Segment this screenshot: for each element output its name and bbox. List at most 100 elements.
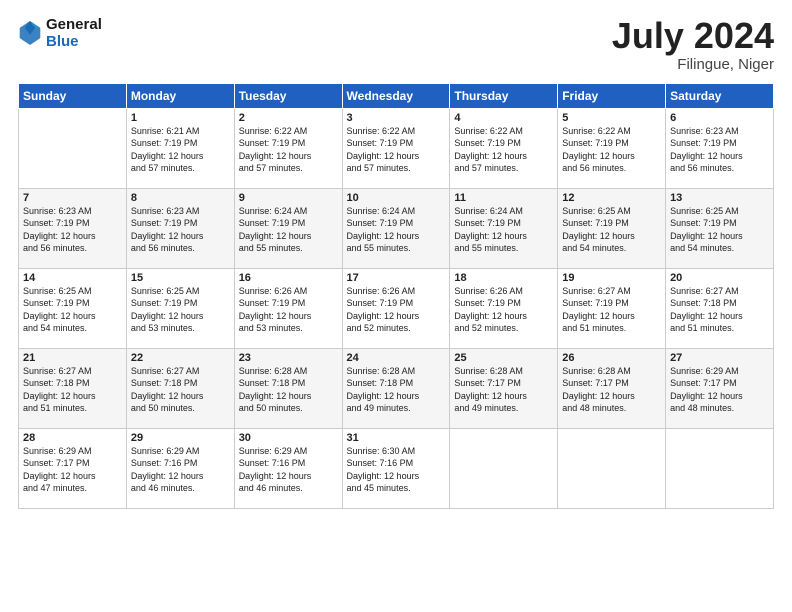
day-number: 25 bbox=[454, 352, 553, 364]
calendar-cell: 6Sunrise: 6:23 AMSunset: 7:19 PMDaylight… bbox=[666, 108, 774, 188]
calendar-cell bbox=[19, 108, 127, 188]
day-number: 9 bbox=[239, 192, 338, 204]
title-block: July 2024 Filingue, Niger bbox=[612, 16, 774, 73]
day-info: Sunrise: 6:25 AMSunset: 7:19 PMDaylight:… bbox=[23, 285, 122, 335]
day-number: 16 bbox=[239, 272, 338, 284]
day-number: 24 bbox=[347, 352, 446, 364]
day-number: 5 bbox=[562, 112, 661, 124]
calendar-cell: 24Sunrise: 6:28 AMSunset: 7:18 PMDayligh… bbox=[342, 348, 450, 428]
calendar-cell: 8Sunrise: 6:23 AMSunset: 7:19 PMDaylight… bbox=[126, 188, 234, 268]
logo-icon bbox=[18, 19, 42, 47]
calendar-cell: 11Sunrise: 6:24 AMSunset: 7:19 PMDayligh… bbox=[450, 188, 558, 268]
calendar-cell: 13Sunrise: 6:25 AMSunset: 7:19 PMDayligh… bbox=[666, 188, 774, 268]
day-info: Sunrise: 6:23 AMSunset: 7:19 PMDaylight:… bbox=[131, 205, 230, 255]
calendar-cell bbox=[450, 428, 558, 508]
day-info: Sunrise: 6:25 AMSunset: 7:19 PMDaylight:… bbox=[562, 205, 661, 255]
logo-text: General Blue bbox=[46, 16, 102, 50]
day-number: 23 bbox=[239, 352, 338, 364]
day-info: Sunrise: 6:28 AMSunset: 7:17 PMDaylight:… bbox=[454, 365, 553, 415]
day-number: 22 bbox=[131, 352, 230, 364]
day-number: 28 bbox=[23, 432, 122, 444]
calendar-cell: 31Sunrise: 6:30 AMSunset: 7:16 PMDayligh… bbox=[342, 428, 450, 508]
calendar-cell: 15Sunrise: 6:25 AMSunset: 7:19 PMDayligh… bbox=[126, 268, 234, 348]
day-info: Sunrise: 6:29 AMSunset: 7:17 PMDaylight:… bbox=[23, 445, 122, 495]
day-number: 1 bbox=[131, 112, 230, 124]
day-number: 4 bbox=[454, 112, 553, 124]
day-number: 26 bbox=[562, 352, 661, 364]
calendar-cell: 5Sunrise: 6:22 AMSunset: 7:19 PMDaylight… bbox=[558, 108, 666, 188]
month-title: July 2024 bbox=[612, 16, 774, 56]
calendar-table: Sunday Monday Tuesday Wednesday Thursday… bbox=[18, 83, 774, 509]
calendar-cell: 30Sunrise: 6:29 AMSunset: 7:16 PMDayligh… bbox=[234, 428, 342, 508]
calendar-cell: 12Sunrise: 6:25 AMSunset: 7:19 PMDayligh… bbox=[558, 188, 666, 268]
calendar-cell: 23Sunrise: 6:28 AMSunset: 7:18 PMDayligh… bbox=[234, 348, 342, 428]
calendar-cell bbox=[666, 428, 774, 508]
calendar-cell: 21Sunrise: 6:27 AMSunset: 7:18 PMDayligh… bbox=[19, 348, 127, 428]
day-info: Sunrise: 6:28 AMSunset: 7:18 PMDaylight:… bbox=[239, 365, 338, 415]
day-info: Sunrise: 6:27 AMSunset: 7:18 PMDaylight:… bbox=[131, 365, 230, 415]
week-row-4: 21Sunrise: 6:27 AMSunset: 7:18 PMDayligh… bbox=[19, 348, 774, 428]
day-info: Sunrise: 6:22 AMSunset: 7:19 PMDaylight:… bbox=[562, 125, 661, 175]
col-tuesday: Tuesday bbox=[234, 83, 342, 108]
day-number: 10 bbox=[347, 192, 446, 204]
calendar-cell: 17Sunrise: 6:26 AMSunset: 7:19 PMDayligh… bbox=[342, 268, 450, 348]
calendar-cell: 26Sunrise: 6:28 AMSunset: 7:17 PMDayligh… bbox=[558, 348, 666, 428]
calendar-cell: 10Sunrise: 6:24 AMSunset: 7:19 PMDayligh… bbox=[342, 188, 450, 268]
calendar-cell: 19Sunrise: 6:27 AMSunset: 7:19 PMDayligh… bbox=[558, 268, 666, 348]
week-row-2: 7Sunrise: 6:23 AMSunset: 7:19 PMDaylight… bbox=[19, 188, 774, 268]
calendar-cell: 27Sunrise: 6:29 AMSunset: 7:17 PMDayligh… bbox=[666, 348, 774, 428]
week-row-5: 28Sunrise: 6:29 AMSunset: 7:17 PMDayligh… bbox=[19, 428, 774, 508]
calendar-cell: 29Sunrise: 6:29 AMSunset: 7:16 PMDayligh… bbox=[126, 428, 234, 508]
day-info: Sunrise: 6:22 AMSunset: 7:19 PMDaylight:… bbox=[239, 125, 338, 175]
day-number: 12 bbox=[562, 192, 661, 204]
day-number: 20 bbox=[670, 272, 769, 284]
day-info: Sunrise: 6:23 AMSunset: 7:19 PMDaylight:… bbox=[23, 205, 122, 255]
day-info: Sunrise: 6:26 AMSunset: 7:19 PMDaylight:… bbox=[347, 285, 446, 335]
col-friday: Friday bbox=[558, 83, 666, 108]
day-number: 6 bbox=[670, 112, 769, 124]
day-info: Sunrise: 6:21 AMSunset: 7:19 PMDaylight:… bbox=[131, 125, 230, 175]
day-info: Sunrise: 6:25 AMSunset: 7:19 PMDaylight:… bbox=[670, 205, 769, 255]
day-info: Sunrise: 6:24 AMSunset: 7:19 PMDaylight:… bbox=[239, 205, 338, 255]
week-row-1: 1Sunrise: 6:21 AMSunset: 7:19 PMDaylight… bbox=[19, 108, 774, 188]
day-number: 18 bbox=[454, 272, 553, 284]
day-info: Sunrise: 6:28 AMSunset: 7:17 PMDaylight:… bbox=[562, 365, 661, 415]
calendar-cell: 28Sunrise: 6:29 AMSunset: 7:17 PMDayligh… bbox=[19, 428, 127, 508]
col-saturday: Saturday bbox=[666, 83, 774, 108]
col-monday: Monday bbox=[126, 83, 234, 108]
day-number: 7 bbox=[23, 192, 122, 204]
col-sunday: Sunday bbox=[19, 83, 127, 108]
day-info: Sunrise: 6:26 AMSunset: 7:19 PMDaylight:… bbox=[454, 285, 553, 335]
day-number: 2 bbox=[239, 112, 338, 124]
calendar-cell: 20Sunrise: 6:27 AMSunset: 7:18 PMDayligh… bbox=[666, 268, 774, 348]
day-number: 29 bbox=[131, 432, 230, 444]
day-info: Sunrise: 6:24 AMSunset: 7:19 PMDaylight:… bbox=[347, 205, 446, 255]
calendar-cell: 2Sunrise: 6:22 AMSunset: 7:19 PMDaylight… bbox=[234, 108, 342, 188]
day-info: Sunrise: 6:24 AMSunset: 7:19 PMDaylight:… bbox=[454, 205, 553, 255]
day-number: 15 bbox=[131, 272, 230, 284]
calendar-cell: 1Sunrise: 6:21 AMSunset: 7:19 PMDaylight… bbox=[126, 108, 234, 188]
day-info: Sunrise: 6:23 AMSunset: 7:19 PMDaylight:… bbox=[670, 125, 769, 175]
calendar-cell: 22Sunrise: 6:27 AMSunset: 7:18 PMDayligh… bbox=[126, 348, 234, 428]
day-number: 19 bbox=[562, 272, 661, 284]
calendar-cell: 3Sunrise: 6:22 AMSunset: 7:19 PMDaylight… bbox=[342, 108, 450, 188]
day-number: 13 bbox=[670, 192, 769, 204]
calendar-cell: 18Sunrise: 6:26 AMSunset: 7:19 PMDayligh… bbox=[450, 268, 558, 348]
calendar-cell: 25Sunrise: 6:28 AMSunset: 7:17 PMDayligh… bbox=[450, 348, 558, 428]
location: Filingue, Niger bbox=[612, 56, 774, 73]
day-number: 3 bbox=[347, 112, 446, 124]
col-thursday: Thursday bbox=[450, 83, 558, 108]
day-number: 17 bbox=[347, 272, 446, 284]
day-number: 27 bbox=[670, 352, 769, 364]
col-wednesday: Wednesday bbox=[342, 83, 450, 108]
day-info: Sunrise: 6:30 AMSunset: 7:16 PMDaylight:… bbox=[347, 445, 446, 495]
week-row-3: 14Sunrise: 6:25 AMSunset: 7:19 PMDayligh… bbox=[19, 268, 774, 348]
day-info: Sunrise: 6:28 AMSunset: 7:18 PMDaylight:… bbox=[347, 365, 446, 415]
day-info: Sunrise: 6:27 AMSunset: 7:19 PMDaylight:… bbox=[562, 285, 661, 335]
day-info: Sunrise: 6:27 AMSunset: 7:18 PMDaylight:… bbox=[670, 285, 769, 335]
header: General Blue July 2024 Filingue, Niger bbox=[18, 16, 774, 73]
day-info: Sunrise: 6:22 AMSunset: 7:19 PMDaylight:… bbox=[454, 125, 553, 175]
calendar-cell: 9Sunrise: 6:24 AMSunset: 7:19 PMDaylight… bbox=[234, 188, 342, 268]
logo: General Blue bbox=[18, 16, 102, 50]
page: General Blue July 2024 Filingue, Niger S… bbox=[0, 0, 792, 612]
